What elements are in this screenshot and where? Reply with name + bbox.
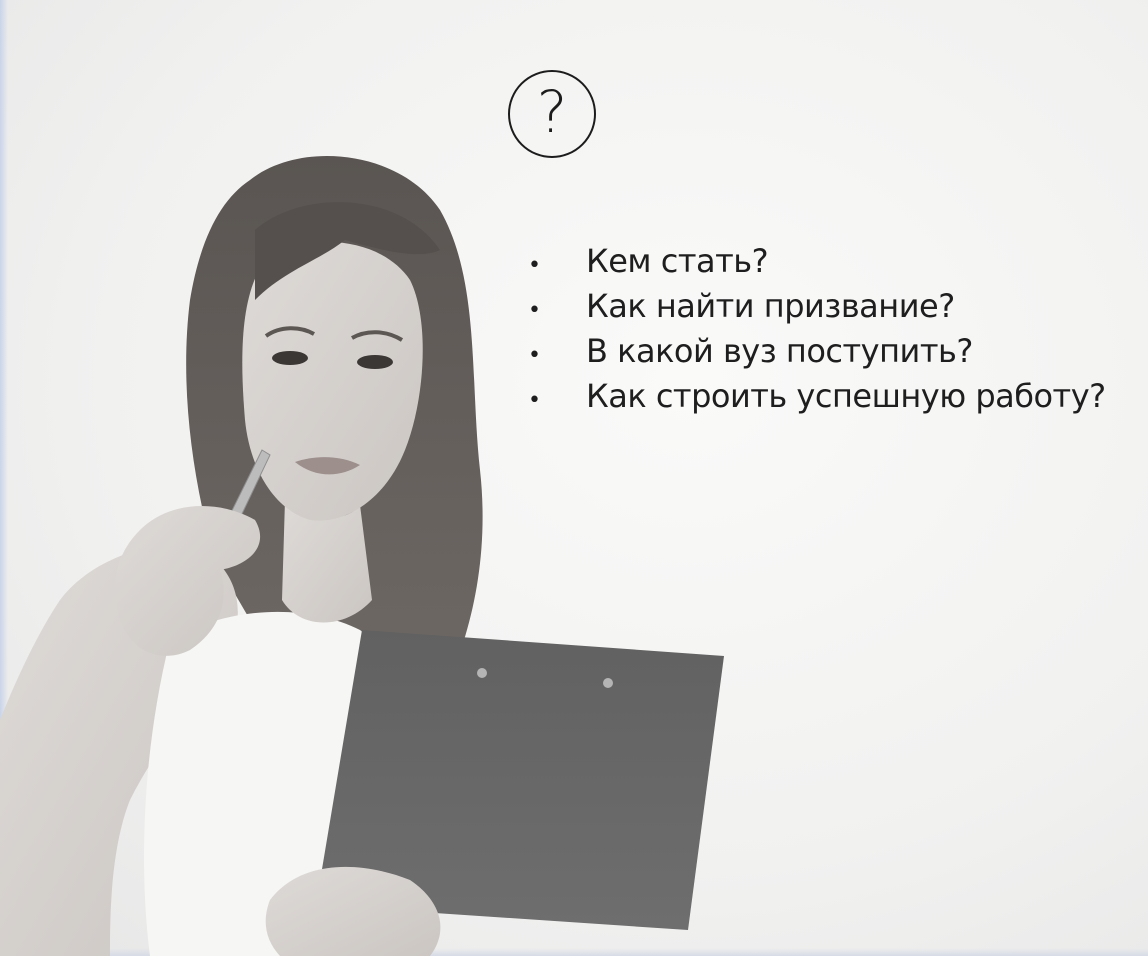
- question-list: • Кем стать? • Как найти призвание? • В …: [520, 242, 1106, 422]
- bullet-icon: •: [528, 253, 541, 278]
- bullet-icon: •: [528, 343, 541, 368]
- list-item-text: Как строить успешную работу?: [586, 377, 1106, 415]
- list-item-text: Кем стать?: [586, 242, 769, 280]
- list-item-text: Как найти призвание?: [586, 287, 955, 325]
- clipboard-rivet-right: [603, 678, 613, 688]
- list-item: • Кем стать?: [520, 242, 1106, 287]
- bullet-icon: •: [528, 388, 541, 413]
- question-circle-icon: ?: [508, 70, 596, 158]
- clipboard-rivet-left: [477, 668, 487, 678]
- right-eye: [357, 355, 393, 369]
- slide: ? • Кем стать? • Как найти призвание? • …: [0, 0, 1148, 956]
- question-mark-glyph: ?: [536, 78, 568, 146]
- bullet-icon: •: [528, 298, 541, 323]
- list-item-text: В какой вуз поступить?: [586, 332, 973, 370]
- left-eye: [272, 351, 308, 365]
- list-item: • Как строить успешную работу?: [520, 377, 1106, 422]
- list-item: • В какой вуз поступить?: [520, 332, 1106, 377]
- list-item: • Как найти призвание?: [520, 287, 1106, 332]
